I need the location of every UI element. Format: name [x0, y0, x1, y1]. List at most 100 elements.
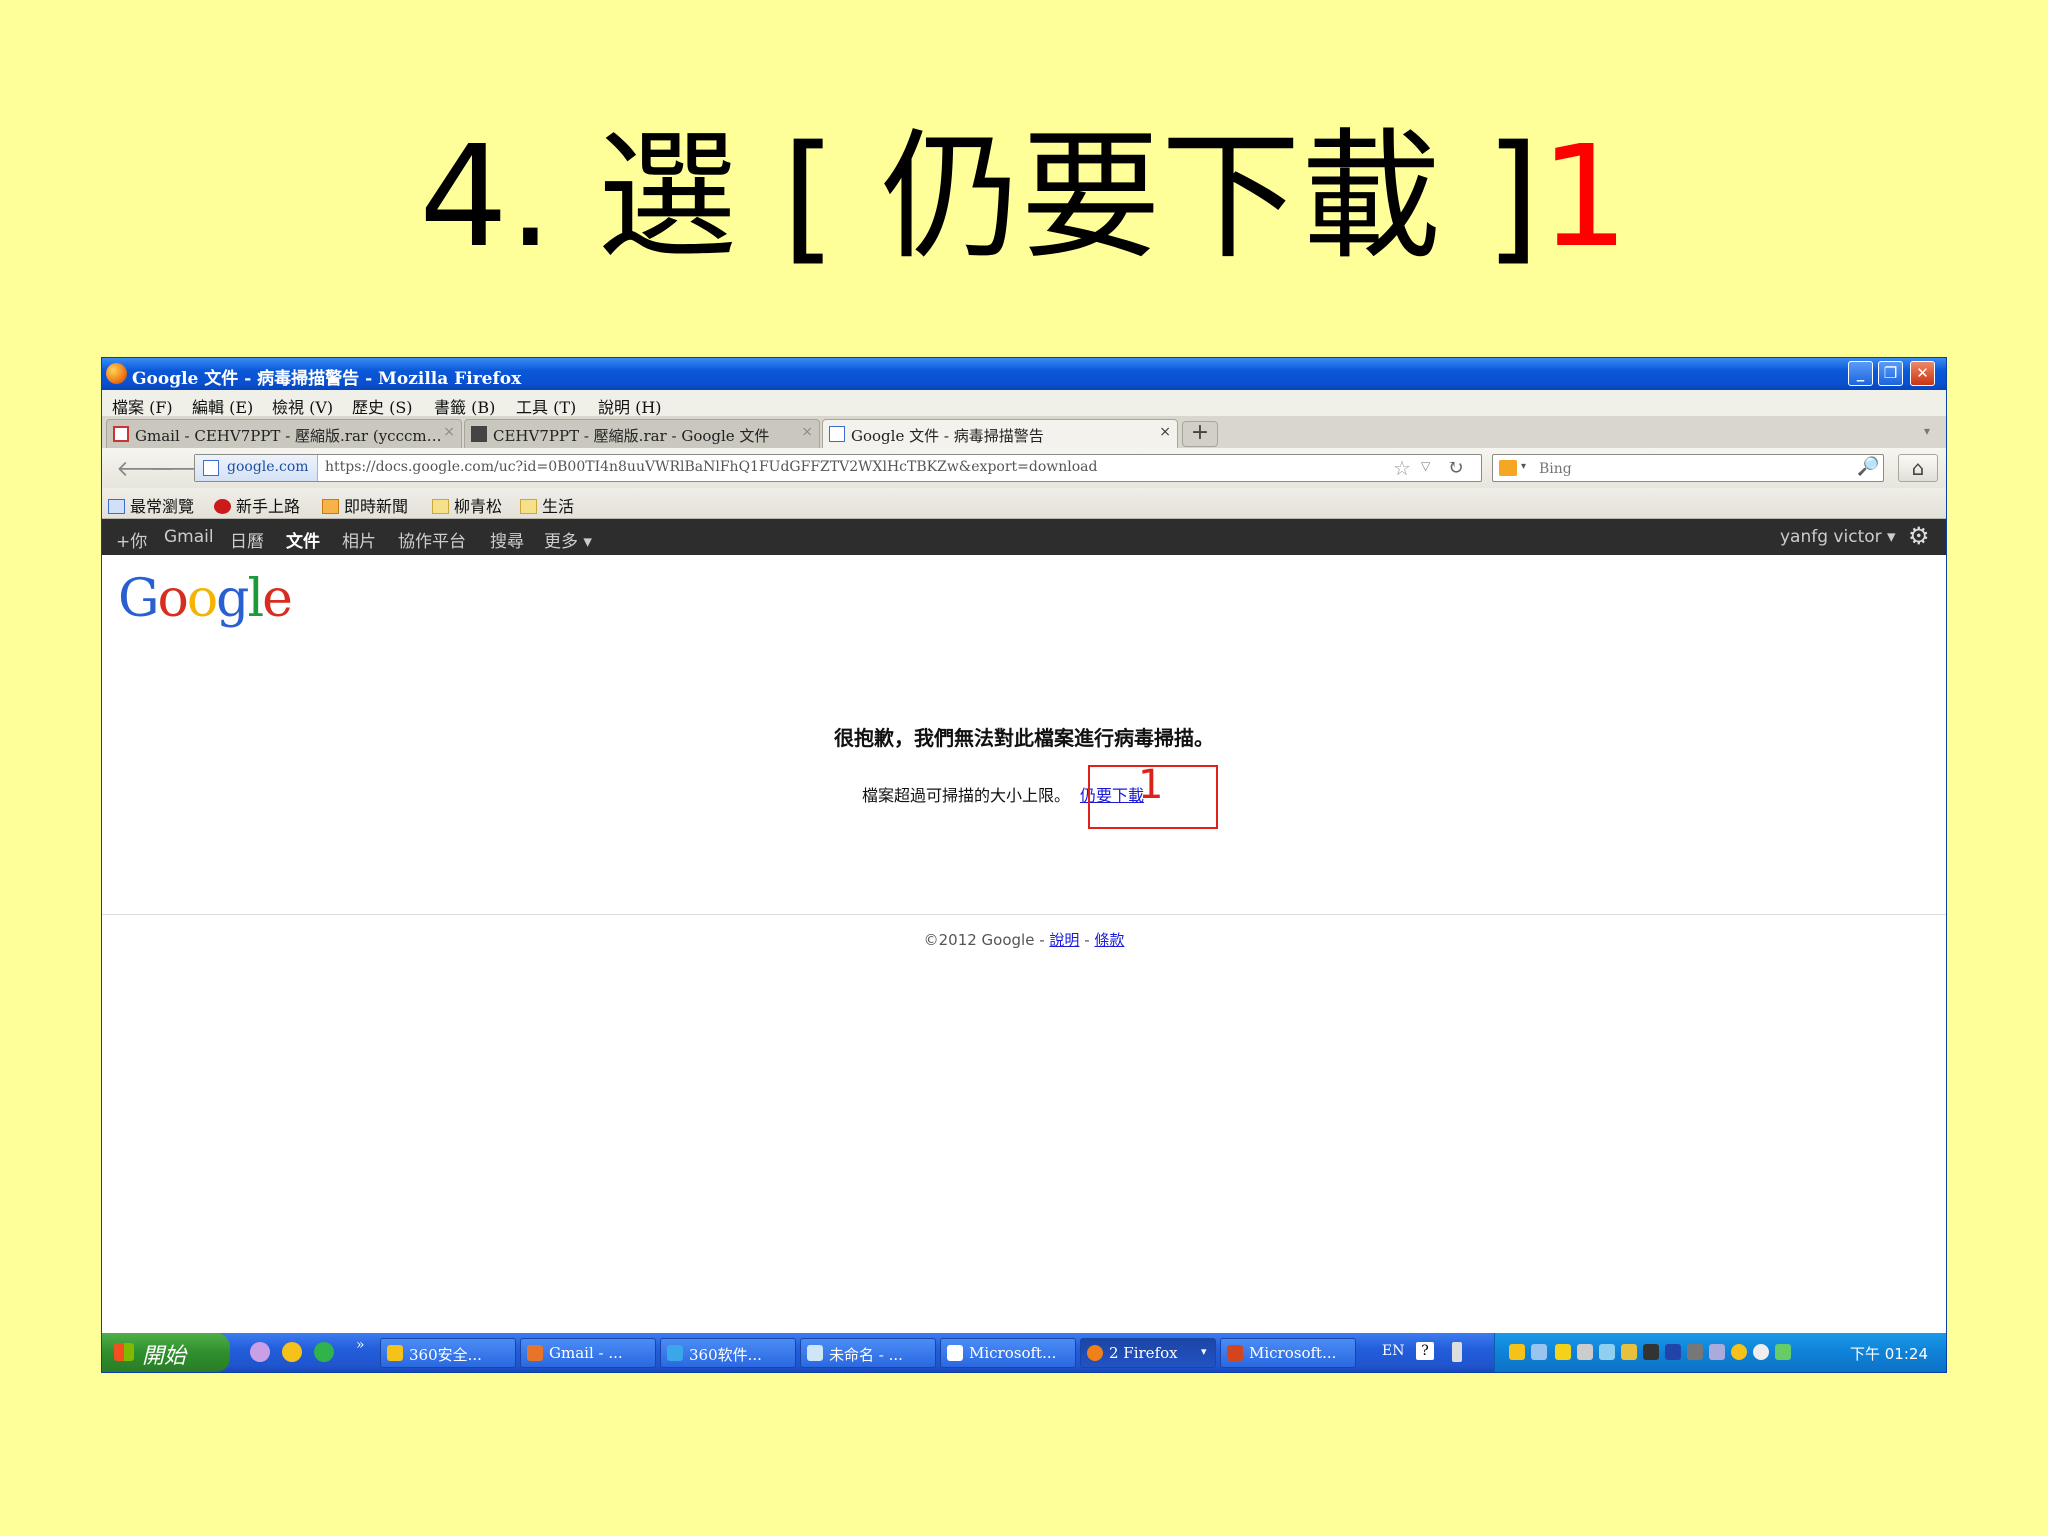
- folder-icon: [520, 499, 537, 514]
- file-too-large-text: 檔案超過可掃描的大小上限。: [862, 786, 1071, 805]
- google-logo[interactable]: Google: [118, 569, 293, 629]
- url-bar[interactable]: google.com https://docs.google.com/uc?id…: [194, 454, 1482, 482]
- minimize-button[interactable]: _: [1848, 361, 1873, 386]
- menu-view[interactable]: 檢視 (V): [272, 394, 333, 418]
- close-button[interactable]: ✕: [1910, 361, 1935, 386]
- tray-update-icon[interactable]: [1775, 1344, 1791, 1360]
- taskbar-item-label: 360安全...: [409, 1346, 482, 1364]
- gbar-calendar[interactable]: 日曆: [230, 527, 264, 552]
- gbar-photos[interactable]: 相片: [342, 527, 376, 552]
- tray-app-icon[interactable]: [1753, 1344, 1769, 1360]
- bookmark-latest-news[interactable]: 即時新聞: [322, 493, 408, 517]
- site-identity-button[interactable]: google.com: [195, 455, 318, 481]
- search-engine-dropdown-icon[interactable]: ▾: [1521, 461, 1526, 472]
- quicklaunch-360-icon[interactable]: [282, 1342, 302, 1362]
- taskbar-item-notepad[interactable]: 未命名 - ...: [800, 1338, 936, 1368]
- gmail-icon: [113, 426, 129, 442]
- home-icon: ⌂: [1911, 456, 1925, 480]
- tab-list-icon[interactable]: ▾: [1924, 424, 1930, 438]
- page-content: Google 很抱歉，我們無法對此檔案進行病毒掃描。 檔案超過可掃描的大小上限。…: [102, 555, 1946, 1290]
- help-icon[interactable]: ?: [1416, 1342, 1434, 1360]
- tab-label: Gmail - CEHV7PPT - 壓縮版.rar (ycccm…: [135, 427, 442, 445]
- tray-volume-icon[interactable]: [1643, 1344, 1659, 1360]
- firefox-window: Google 文件 - 病毒掃描警告 - Mozilla Firefox _ ❐…: [102, 358, 1946, 1372]
- word-icon: [947, 1345, 963, 1361]
- menu-tools[interactable]: 工具 (T): [516, 394, 576, 418]
- gbar-more[interactable]: 更多 ▾: [544, 527, 592, 552]
- restore-button[interactable]: ❐: [1878, 361, 1903, 386]
- tray-warning-icon[interactable]: [1621, 1344, 1637, 1360]
- tab-gmail[interactable]: Gmail - CEHV7PPT - 壓縮版.rar (ycccm… ×: [106, 419, 462, 448]
- gbar-search[interactable]: 搜尋: [490, 527, 524, 552]
- menu-edit[interactable]: 編輯 (E): [192, 394, 253, 418]
- bookmark-star-icon[interactable]: ☆: [1393, 456, 1411, 480]
- menu-history[interactable]: 歷史 (S): [352, 394, 413, 418]
- taskbar-item-microsoft-word[interactable]: Microsoft...: [940, 1338, 1076, 1368]
- menu-bar: 檔案 (F) 編輯 (E) 檢視 (V) 歷史 (S) 書籤 (B) 工具 (T…: [102, 390, 1946, 418]
- taskbar-clock[interactable]: 下午 01:24: [1850, 1343, 1928, 1364]
- menu-bookmarks[interactable]: 書籤 (B): [434, 394, 495, 418]
- annotation-number: 1: [1138, 762, 1164, 808]
- tab-close-icon[interactable]: ×: [801, 424, 813, 440]
- user-account-menu[interactable]: yanfg victor ▾: [1780, 527, 1896, 547]
- 360-software-icon: [667, 1345, 683, 1361]
- bing-engine-icon[interactable]: [1499, 460, 1517, 476]
- gbar-documents[interactable]: 文件: [286, 527, 320, 552]
- home-button[interactable]: ⌂: [1898, 454, 1938, 482]
- quicklaunch-overflow-icon[interactable]: »: [356, 1337, 365, 1353]
- powerpoint-icon: [1227, 1345, 1243, 1361]
- tray-sync-icon[interactable]: [1709, 1344, 1725, 1360]
- taskbar-item-microsoft-powerpoint[interactable]: Microsoft...: [1220, 1338, 1356, 1368]
- url-history-dropdown-icon[interactable]: ▽: [1421, 459, 1430, 473]
- url-text[interactable]: https://docs.google.com/uc?id=0B00TI4n8u…: [325, 459, 1098, 475]
- bookmark-folder-2[interactable]: 生活: [520, 493, 574, 517]
- tray-battery-icon[interactable]: [1687, 1344, 1703, 1360]
- document-icon: [471, 426, 487, 442]
- taskbar-item-360-security[interactable]: 360安全...: [380, 1338, 516, 1368]
- taskbar-item-gmail[interactable]: Gmail - ...: [520, 1338, 656, 1368]
- footer-terms-link[interactable]: 條款: [1094, 931, 1124, 949]
- tray-security-icon[interactable]: [1555, 1344, 1571, 1360]
- slide-title-main: 4. 選 [ 仍要下載 ]: [419, 116, 1540, 279]
- tab-close-icon[interactable]: ×: [1159, 424, 1171, 440]
- new-tab-button[interactable]: +: [1182, 421, 1218, 447]
- tab-close-icon[interactable]: ×: [443, 424, 455, 440]
- taskbar-item-firefox-group[interactable]: 2 Firefox ▾: [1080, 1338, 1216, 1368]
- start-button[interactable]: 開始: [102, 1333, 230, 1372]
- tray-shield-icon[interactable]: [1509, 1344, 1525, 1360]
- gbar-plus-you[interactable]: +你: [116, 527, 147, 552]
- quicklaunch-browser-icon[interactable]: [314, 1342, 334, 1362]
- google-bar: +你 Gmail 日曆 文件 相片 協作平台 搜尋 更多 ▾ yanfg vic…: [102, 519, 1946, 555]
- usb-icon[interactable]: [1452, 1342, 1462, 1362]
- slide-title-number: 1: [1539, 116, 1629, 279]
- bookmark-folder-1[interactable]: 柳青松: [432, 493, 502, 517]
- footer-help-link[interactable]: 說明: [1049, 931, 1079, 949]
- bookmark-most-visited[interactable]: 最常瀏覽: [108, 493, 194, 517]
- taskbar-item-label: 未命名 - ...: [829, 1346, 903, 1364]
- tab-virus-scan-warning[interactable]: Google 文件 - 病毒掃描警告 ×: [822, 419, 1178, 449]
- quicklaunch-app-icon[interactable]: [250, 1342, 270, 1362]
- bookmark-getting-started[interactable]: 新手上路: [214, 493, 301, 523]
- language-indicator[interactable]: EN: [1382, 1343, 1404, 1359]
- search-input[interactable]: [1537, 458, 1841, 480]
- taskbar-item-360-software[interactable]: 360软件...: [660, 1338, 796, 1368]
- menu-file[interactable]: 檔案 (F): [112, 394, 173, 418]
- gbar-gmail[interactable]: Gmail: [164, 527, 214, 547]
- tray-monitor-icon[interactable]: [1599, 1344, 1615, 1360]
- start-label: 開始: [142, 1344, 187, 1369]
- group-dropdown-icon[interactable]: ▾: [1201, 1345, 1207, 1358]
- reload-icon[interactable]: ↻: [1447, 455, 1464, 479]
- tab-google-docs-file[interactable]: CEHV7PPT - 壓縮版.rar - Google 文件 ×: [464, 419, 820, 448]
- gear-icon[interactable]: ⚙: [1908, 522, 1930, 550]
- tray-360-icon[interactable]: [1731, 1344, 1747, 1360]
- folder-icon: [432, 499, 449, 514]
- tray-device-icon[interactable]: [1577, 1344, 1593, 1360]
- windows-taskbar: 開始 » 360安全... Gmail - ... 360软件... 未命名 -…: [102, 1333, 1946, 1372]
- menu-help[interactable]: 說明 (H): [598, 394, 662, 418]
- search-bar[interactable]: ▾ 🔎: [1492, 454, 1884, 482]
- tray-display-icon[interactable]: [1665, 1344, 1681, 1360]
- gbar-sites[interactable]: 協作平台: [398, 527, 466, 552]
- tray-network-icon[interactable]: [1531, 1344, 1547, 1360]
- search-icon[interactable]: 🔎: [1857, 456, 1879, 477]
- window-titlebar[interactable]: Google 文件 - 病毒掃描警告 - Mozilla Firefox _ ❐…: [102, 358, 1946, 390]
